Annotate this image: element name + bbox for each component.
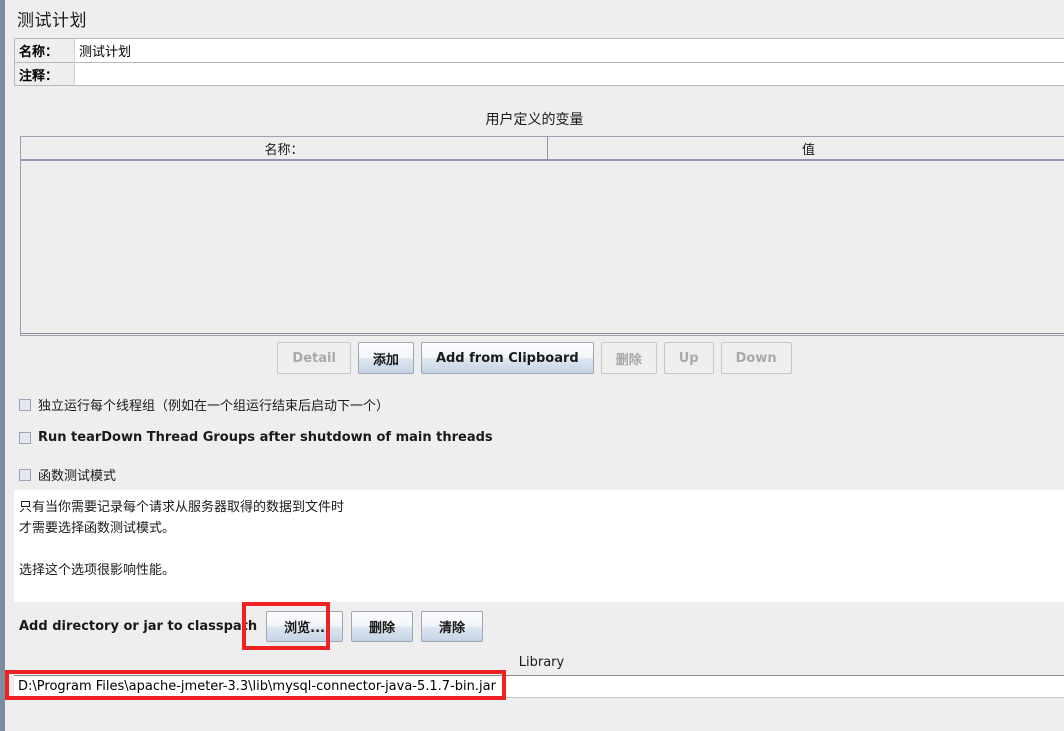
library-table: D:\Program Files\apache-jmeter-3.3\lib\m… [14, 675, 1064, 731]
name-input[interactable]: 测试计划 [74, 38, 1064, 62]
clear-library-button[interactable]: 清除 [420, 611, 483, 642]
down-button[interactable]: Down [720, 342, 792, 374]
checkbox-label-independent-thread-groups: 独立运行每个线程组（例如在一个组运行结束后启动下一个） [38, 399, 390, 414]
test-plan-panel: 测试计划 名称： 测试计划 注释： 用户定义的变量 名称： 值 Detail 添… [0, 0, 1064, 731]
checkbox-row-teardown[interactable]: Run tearDown Thread Groups after shutdow… [19, 430, 493, 445]
description-line-1: 只有当你需要记录每个请求从服务器取得的数据到文件时 [19, 500, 345, 515]
comment-row: 注释： [14, 62, 1064, 86]
table-row[interactable]: D:\Program Files\apache-jmeter-3.3\lib\m… [14, 676, 1064, 698]
checkbox-row-functional-test-mode[interactable]: 函数测试模式 [19, 465, 116, 484]
comment-label: 注释： [14, 62, 74, 86]
page-title: 测试计划 [17, 11, 87, 31]
checkbox-independent-thread-groups[interactable] [19, 398, 31, 411]
variable-buttons-row: Detail 添加 Add from Clipboard 删除 Up Down [5, 342, 1064, 374]
add-button[interactable]: 添加 [357, 342, 414, 374]
panel-title-bar: 测试计划 [5, 0, 1064, 36]
comment-input[interactable] [74, 62, 1064, 86]
add-from-clipboard-button[interactable]: Add from Clipboard [420, 342, 594, 374]
detail-button[interactable]: Detail [277, 342, 351, 374]
classpath-label: Add directory or jar to classpath [19, 619, 258, 634]
user-defined-variables-caption: 用户定义的变量 [485, 112, 584, 128]
classpath-row: Add directory or jar to classpath 浏览... … [19, 611, 483, 642]
table-body[interactable] [21, 161, 1064, 334]
checkbox-label-teardown: Run tearDown Thread Groups after shutdow… [38, 430, 493, 445]
delete-variable-button[interactable]: 删除 [600, 342, 657, 374]
column-header-name[interactable]: 名称： [21, 137, 548, 159]
checkbox-label-functional-test-mode: 函数测试模式 [38, 469, 117, 484]
table-header-row: 名称： 值 [21, 137, 1064, 161]
name-label: 名称： [14, 38, 74, 62]
description-line-2: 才需要选择函数测试模式。 [19, 521, 176, 536]
user-defined-variables-table: 名称： 值 [20, 136, 1064, 336]
library-column-header[interactable]: Library [14, 655, 1064, 670]
checkbox-functional-test-mode[interactable] [19, 468, 31, 481]
checkbox-teardown[interactable] [19, 431, 31, 444]
browse-button[interactable]: 浏览... [266, 611, 343, 642]
up-button[interactable]: Up [663, 342, 714, 374]
description-panel: 只有当你需要记录每个请求从服务器取得的数据到文件时 才需要选择函数测试模式。 选… [14, 490, 1064, 602]
checkbox-row-independent-thread-groups[interactable]: 独立运行每个线程组（例如在一个组运行结束后启动下一个） [19, 395, 389, 414]
column-header-value[interactable]: 值 [548, 137, 1064, 159]
description-line-3: 选择这个选项很影响性能。 [19, 563, 176, 578]
delete-library-button[interactable]: 删除 [350, 611, 413, 642]
name-row: 名称： 测试计划 [14, 38, 1064, 62]
library-table-empty-area[interactable] [14, 698, 1064, 731]
